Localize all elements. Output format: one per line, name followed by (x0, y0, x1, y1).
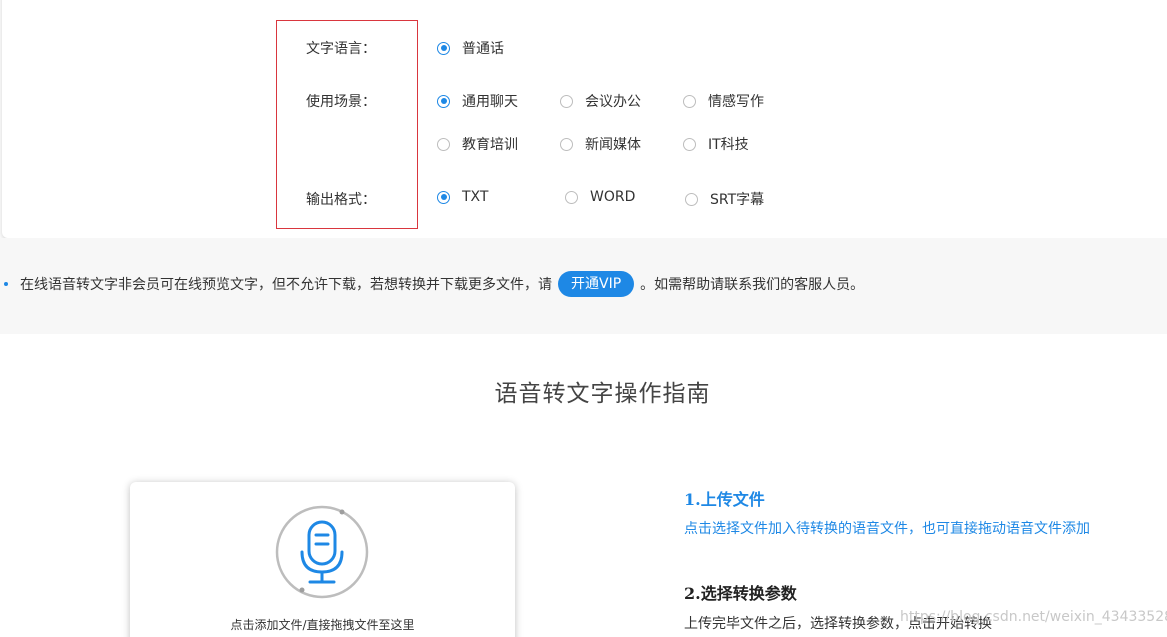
radio-icon (560, 94, 573, 108)
radio-icon (685, 192, 698, 206)
option-label: IT科技 (708, 137, 749, 153)
microphone-icon (275, 505, 369, 599)
radio-icon (565, 190, 578, 204)
step-1-title: 1.上传文件 (684, 490, 765, 509)
notice: 在线语音转文字非会员可在线预览文字，但不允许下载，若想转换并下载更多文件，请 开… (4, 271, 864, 297)
language-label: 文字语言： (306, 41, 376, 57)
guide-title: 语音转文字操作指南 (494, 381, 711, 407)
option-label: WORD (590, 189, 636, 205)
scene-option-chat[interactable]: 通用聊天 (437, 91, 518, 111)
scene-option-education[interactable]: 教育培训 (437, 134, 518, 154)
option-label: SRT字幕 (710, 192, 765, 208)
format-option-txt[interactable]: TXT (437, 189, 488, 205)
scene-option-meeting[interactable]: 会议办公 (560, 91, 641, 111)
bullet-icon (4, 282, 8, 286)
scene-option-it[interactable]: IT科技 (683, 134, 749, 154)
notice-text-before: 在线语音转文字非会员可在线预览文字，但不允许下载，若想转换并下载更多文件，请 (20, 277, 552, 293)
open-vip-button[interactable]: 开通VIP (558, 271, 635, 297)
option-label: 新闻媒体 (585, 137, 641, 153)
option-label: 教育培训 (462, 137, 518, 153)
option-label: 情感写作 (708, 94, 764, 110)
step-1-desc: 点击选择文件加入待转换的语音文件，也可直接拖动语音文件添加 (684, 521, 1090, 537)
radio-icon (683, 94, 696, 108)
format-option-srt[interactable]: SRT字幕 (685, 189, 764, 209)
radio-icon (437, 190, 450, 204)
scene-label: 使用场景： (306, 94, 376, 110)
scene-option-news[interactable]: 新闻媒体 (560, 134, 641, 154)
notice-text-after: 。如需帮助请联系我们的客服人员。 (640, 277, 865, 293)
watermark: https://blog.csdn.net/weixin_43433528 (900, 609, 1167, 625)
format-label: 输出格式： (306, 192, 376, 208)
upload-dropzone[interactable]: 点击添加文件/直接拖拽文件至这里 (130, 482, 515, 637)
format-option-word[interactable]: WORD (565, 189, 635, 205)
language-option-mandarin[interactable]: 普通话 (437, 38, 504, 58)
option-label: TXT (462, 189, 489, 205)
scene-option-writing[interactable]: 情感写作 (683, 91, 764, 111)
radio-icon (437, 41, 450, 55)
upload-hint: 点击添加文件/直接拖拽文件至这里 (230, 618, 415, 632)
step-2-title: 2.选择转换参数 (684, 584, 797, 603)
radio-icon (437, 137, 450, 151)
radio-icon (683, 137, 696, 151)
option-label: 通用聊天 (462, 94, 518, 110)
option-label: 普通话 (462, 41, 504, 57)
page: 文字语言： 使用场景： 输出格式： 普通话 通用聊天 会议办公 情感写作 教育培… (0, 0, 1167, 637)
option-label: 会议办公 (585, 94, 641, 110)
radio-icon (560, 137, 573, 151)
radio-icon (437, 94, 450, 108)
